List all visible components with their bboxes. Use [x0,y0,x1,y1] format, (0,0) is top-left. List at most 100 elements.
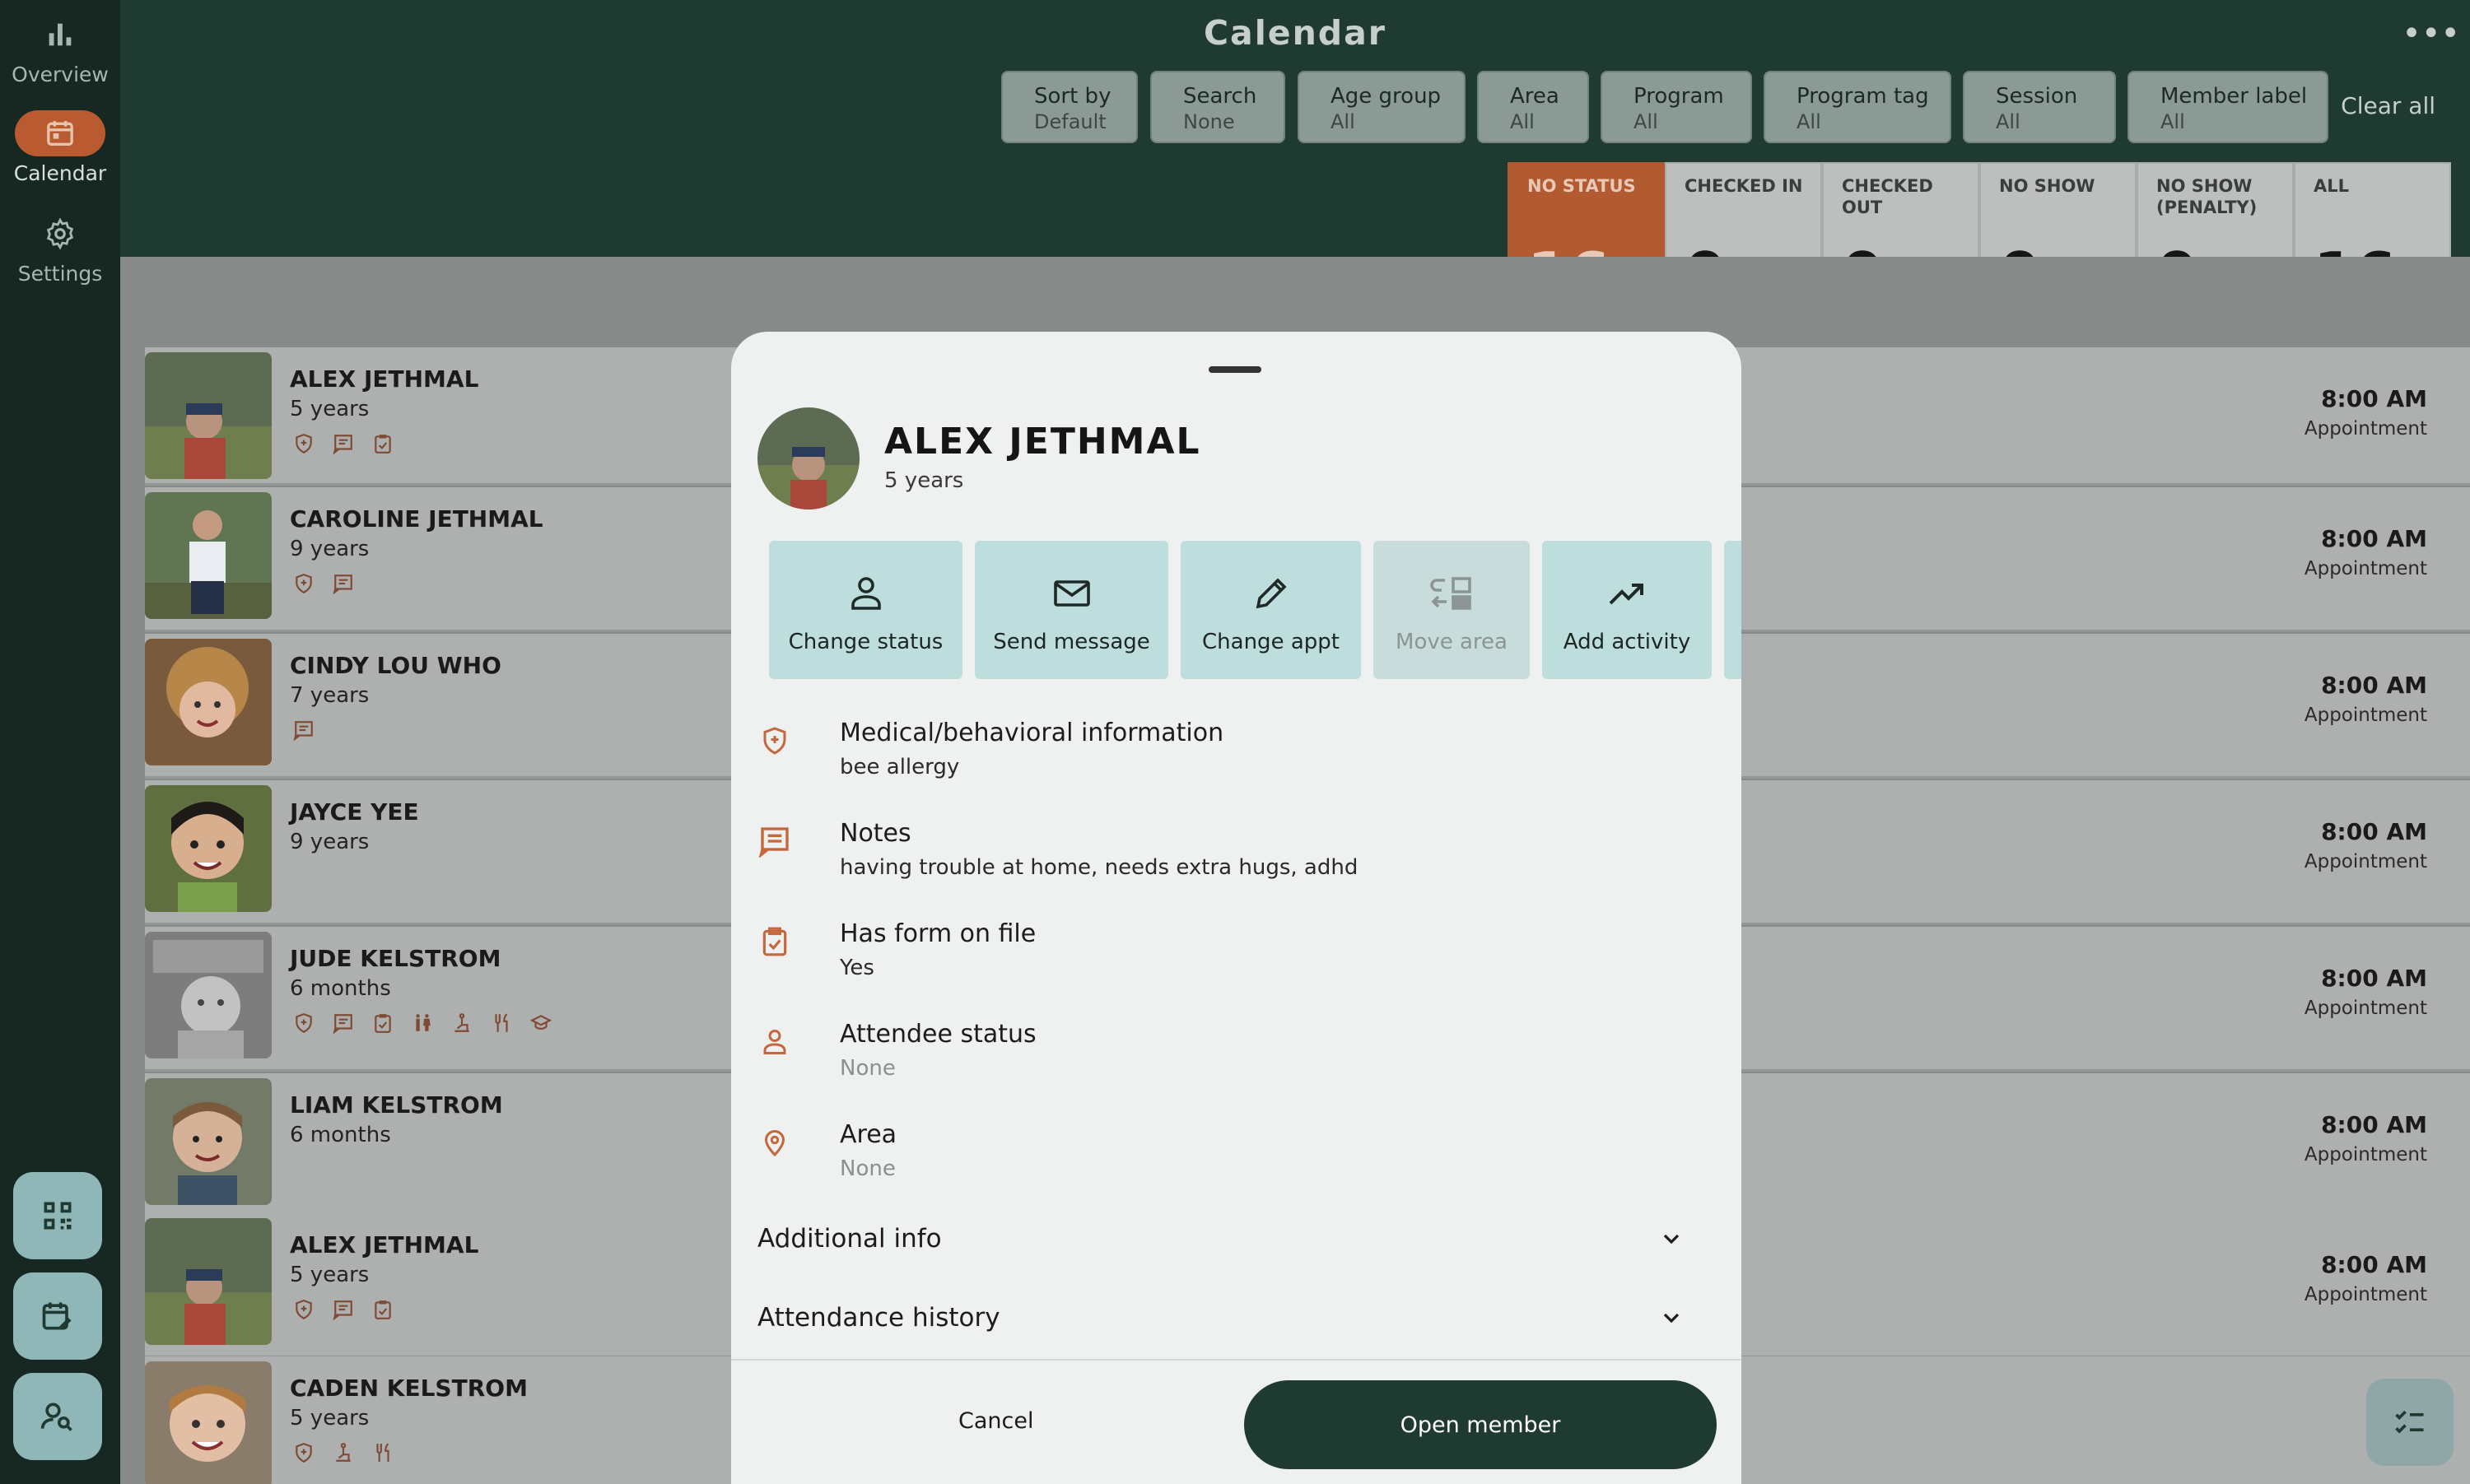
change-appt-button[interactable]: Change appt [1181,541,1361,679]
avatar [145,492,272,619]
form-icon [757,923,792,961]
chevron-down-icon [1658,1226,1685,1255]
filter-value: Default [1034,110,1107,133]
more-actions-button[interactable] [1724,541,1741,679]
medical-info-row: Medical/behavioral information bee aller… [757,719,1713,784]
notes-icon [329,1296,357,1324]
member-age: 9 years [290,537,370,561]
member-name: JUDE KELSTROM [290,945,501,972]
change-status-button[interactable]: Change status [769,541,962,679]
member-name: ALEX JETHMAL [290,365,479,393]
move-area-icon [1373,570,1530,616]
graduation-icon [527,1009,555,1037]
more-options-icon[interactable]: ••• [2402,15,2460,53]
checklist-button[interactable] [2366,1379,2454,1466]
avatar [757,407,860,509]
additional-info-expander[interactable]: Additional info [757,1214,1713,1267]
info-value: having trouble at home, needs extra hugs… [840,855,1358,880]
location-pin-icon [757,1123,792,1161]
trending-icon [1542,570,1712,616]
appointment-time: 8:00 AM [2321,672,2427,699]
filter-session[interactable]: Session All [1963,71,2116,143]
sidebar-item-overview[interactable]: Overview [0,12,120,86]
filter-program-tag[interactable]: Program tag All [1764,71,1951,143]
page-title: Calendar [1203,13,1387,53]
member-age: 5 years [290,397,370,421]
person-icon [757,1023,792,1061]
filter-value: All [2160,110,2185,133]
member-name: CADEN KELSTROM [290,1375,528,1402]
notes-icon [757,822,792,860]
info-value: Yes [840,956,874,980]
sidebar-item-label: Calendar [13,161,107,185]
medical-icon [290,1296,318,1324]
filter-age-group[interactable]: Age group All [1298,71,1466,143]
person-search-button[interactable] [13,1373,102,1460]
appointment-type: Appointment [2304,851,2427,872]
status-tile-label: ALL [2314,176,2350,196]
appointment-type: Appointment [2304,418,2427,440]
drag-handle[interactable] [1209,366,1261,373]
appointment-time: 8:00 AM [2321,385,2427,412]
status-tile-label: CHECKED OUT [1842,176,1933,217]
appointment-type: Appointment [2304,558,2427,579]
person-search-icon [40,1398,76,1435]
checklist-icon [2392,1404,2428,1440]
action-label: Change status [788,630,944,654]
member-name: LIAM KELSTROM [290,1091,503,1119]
form-icon [369,1009,397,1037]
appointment-time: 8:00 AM [2321,1111,2427,1138]
envelope-icon [975,570,1168,616]
appointment-time: 8:00 AM [2321,965,2427,992]
status-tile-label: NO SHOW (PENALTY) [2156,176,2258,217]
member-name: JAYCE YEE [290,798,419,826]
add-activity-button[interactable]: Add activity [1542,541,1712,679]
send-message-button[interactable]: Send message [975,541,1168,679]
stroller-icon [329,1439,357,1467]
avatar [145,785,272,912]
notes-icon [329,570,357,598]
pencil-icon [1181,570,1361,616]
filter-area[interactable]: Area All [1477,71,1589,143]
appointment-time: 8:00 AM [2321,1251,2427,1278]
qr-code-button[interactable] [13,1172,102,1259]
appointment-time: 8:00 AM [2321,818,2427,845]
member-age: 9 years [290,830,370,854]
filter-member-label[interactable]: Member label All [2127,71,2328,143]
gear-icon [15,211,105,257]
filter-label: Program tag [1797,84,1929,109]
status-tile-label: NO STATUS [1527,176,1636,196]
info-title: Area [840,1120,897,1149]
chevron-down-icon [1658,1305,1685,1334]
area-row: Area None [757,1120,1713,1186]
medical-icon [290,570,318,598]
move-area-button[interactable]: Move area [1373,541,1530,679]
calendar-edit-button[interactable] [13,1272,102,1360]
open-member-button[interactable]: Open member [1244,1380,1717,1469]
filter-sort-by[interactable]: Sort by Default [1001,71,1138,143]
expander-title: Additional info [757,1224,942,1254]
notes-icon [329,1009,357,1037]
filter-label: Program [1633,84,1724,109]
filter-program[interactable]: Program All [1601,71,1752,143]
cancel-button[interactable]: Cancel [958,1408,1033,1434]
sidebar-item-calendar[interactable]: Calendar [0,110,120,185]
person-icon [769,570,962,616]
stroller-icon [448,1009,476,1037]
avatar [145,1218,272,1345]
filter-search[interactable]: Search None [1150,71,1285,143]
sidebar-item-settings[interactable]: Settings [0,211,120,286]
bar-chart-icon [15,12,105,58]
action-label: Send message [993,630,1150,654]
member-age: 5 years [290,1263,370,1287]
status-tile-label: CHECKED IN [1685,176,1803,196]
member-detail-sheet: ALEX JETHMAL 5 years Change status Send … [731,332,1741,1484]
clear-all-button[interactable]: Clear all [2341,92,2435,119]
member-name: CAROLINE JETHMAL [290,505,543,533]
filter-value: None [1183,110,1235,133]
avatar [145,639,272,765]
info-value: None [840,1056,896,1081]
member-name: ALEX JETHMAL [884,421,1201,463]
info-title: Has form on file [840,919,1037,948]
attendance-history-expander[interactable]: Attendance history [757,1293,1713,1346]
